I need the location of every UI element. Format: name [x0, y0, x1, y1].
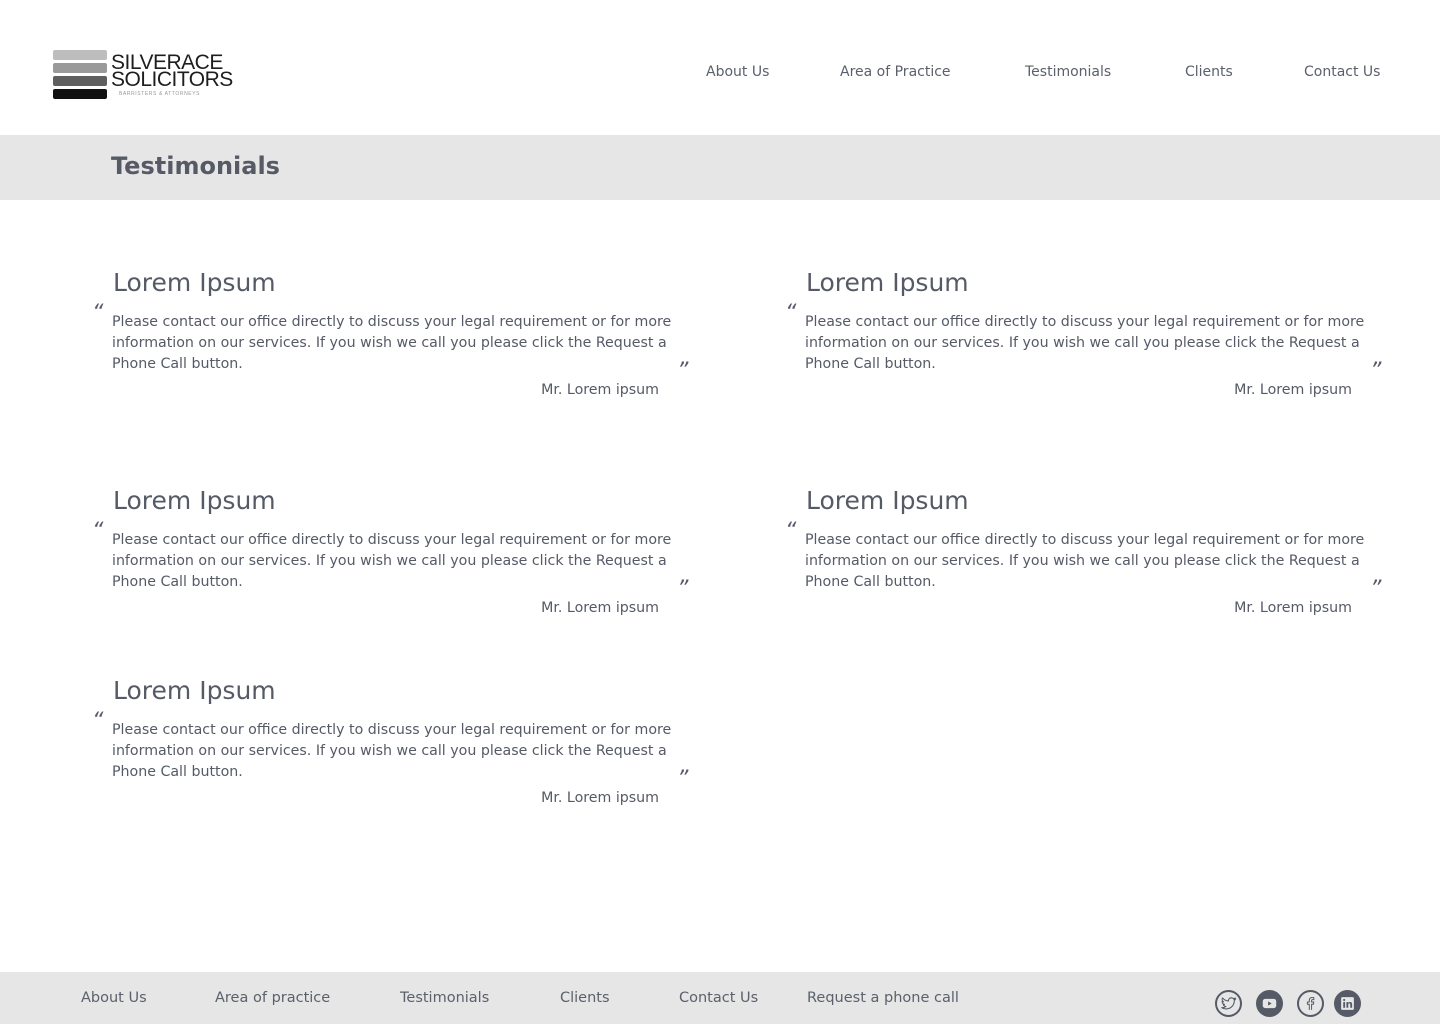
testimonial-text: Please contact our office directly to di… — [805, 532, 1365, 590]
testimonial-heading: Lorem Ipsum — [113, 268, 276, 297]
open-quote-icon: “ — [92, 519, 104, 544]
facebook-icon — [1306, 997, 1315, 1010]
nav-contact-us[interactable]: Contact Us — [1304, 64, 1380, 80]
testimonial-card: Lorem Ipsum “ Please contact our office … — [785, 268, 1405, 418]
facebook-icon[interactable] — [1297, 990, 1324, 1017]
logo-tagline: BARRISTERS & ATTORNEYS — [119, 91, 201, 97]
linkedin-icon — [1341, 997, 1354, 1010]
testimonial-heading: Lorem Ipsum — [806, 486, 969, 515]
nav-testimonials[interactable]: Testimonials — [1025, 64, 1111, 80]
logo-bar — [53, 50, 107, 60]
testimonial-author: Mr. Lorem ipsum — [1234, 600, 1352, 616]
testimonial-text: Please contact our office directly to di… — [112, 314, 672, 372]
nav-clients[interactable]: Clients — [1185, 64, 1233, 80]
testimonial-text: Please contact our office directly to di… — [805, 314, 1365, 372]
close-quote-icon: ” — [677, 767, 689, 792]
testimonial-heading: Lorem Ipsum — [113, 486, 276, 515]
footer-request-phone-call[interactable]: Request a phone call — [807, 990, 959, 1006]
testimonial-author: Mr. Lorem ipsum — [541, 790, 659, 806]
close-quote-icon: ” — [1370, 577, 1382, 602]
footer-contact-us[interactable]: Contact Us — [679, 990, 758, 1006]
testimonial-card: Lorem Ipsum “ Please contact our office … — [92, 268, 712, 418]
open-quote-icon: “ — [92, 301, 104, 326]
footer-area-of-practice[interactable]: Area of practice — [215, 990, 330, 1006]
page-title: Testimonials — [111, 152, 280, 180]
footer-clients[interactable]: Clients — [560, 990, 610, 1006]
testimonial-card: Lorem Ipsum “ Please contact our office … — [92, 486, 712, 636]
testimonial-author: Mr. Lorem ipsum — [541, 382, 659, 398]
testimonial-heading: Lorem Ipsum — [806, 268, 969, 297]
nav-about-us[interactable]: About Us — [706, 64, 769, 80]
youtube-icon[interactable] — [1256, 990, 1283, 1017]
twitter-icon[interactable] — [1215, 990, 1242, 1017]
nav-area-of-practice[interactable]: Area of Practice — [840, 64, 951, 80]
youtube-icon — [1262, 998, 1277, 1009]
twitter-icon — [1221, 997, 1237, 1010]
logo-bar — [53, 89, 107, 99]
footer-about-us[interactable]: About Us — [81, 990, 147, 1006]
close-quote-icon: ” — [677, 577, 689, 602]
close-quote-icon: ” — [677, 359, 689, 384]
testimonial-heading: Lorem Ipsum — [113, 676, 276, 705]
testimonial-card: Lorem Ipsum “ Please contact our office … — [785, 486, 1405, 636]
close-quote-icon: ” — [1370, 359, 1382, 384]
open-quote-icon: “ — [92, 709, 104, 734]
page-title-band: Testimonials — [0, 135, 1440, 200]
testimonial-card: Lorem Ipsum “ Please contact our office … — [92, 676, 712, 826]
footer-testimonials[interactable]: Testimonials — [400, 990, 489, 1006]
testimonial-text: Please contact our office directly to di… — [112, 532, 672, 590]
open-quote-icon: “ — [785, 519, 797, 544]
linkedin-icon[interactable] — [1334, 990, 1361, 1017]
testimonial-author: Mr. Lorem ipsum — [541, 600, 659, 616]
testimonial-text: Please contact our office directly to di… — [112, 722, 672, 780]
testimonial-author: Mr. Lorem ipsum — [1234, 382, 1352, 398]
footer: About Us Area of practice Testimonials C… — [0, 972, 1440, 1024]
open-quote-icon: “ — [785, 301, 797, 326]
main-nav: About Us Area of Practice Testimonials C… — [0, 64, 1440, 84]
